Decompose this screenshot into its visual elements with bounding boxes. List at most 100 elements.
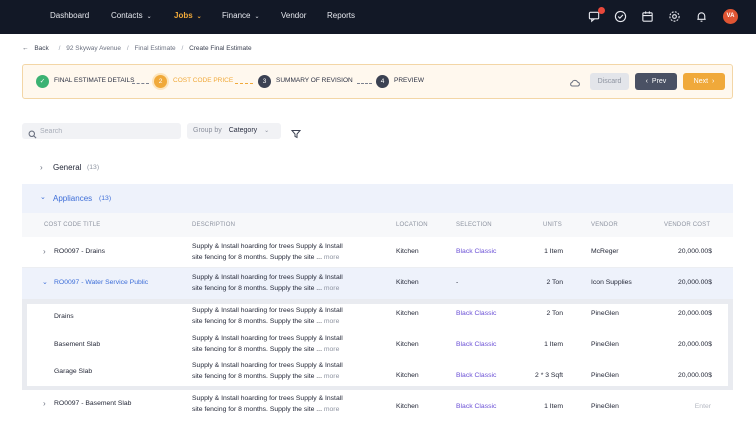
breadcrumb-item[interactable]: Final Estimate [134,45,175,52]
row-selection: - [456,279,459,286]
nav-finance[interactable]: Finance ⌄ [222,11,260,20]
nav-jobs-label: Jobs [174,11,193,20]
progress-stepper: ✓ FINAL ESTIMATE DETAILS 2 COST CODE PRI… [22,64,733,99]
table-header: COST CODE TITLE DESCRIPTION LOCATION SEL… [22,213,733,237]
sub-rows: Drains Supply & Install hoarding for tre… [27,304,728,386]
step-label-summary-of-revision[interactable]: SUMMARY OF REVISION [276,77,353,84]
row-units: 2 Ton [546,279,563,286]
step-number-3: 3 [258,75,271,88]
chevron-down-icon: ⌄ [264,128,270,134]
breadcrumb-item[interactable]: 92 Skyway Avenue [66,45,121,52]
step-done-check-icon: ✓ [36,75,49,88]
calendar-icon[interactable] [641,10,654,23]
search-icon [28,126,37,139]
notification-badge [598,7,605,14]
subrow-selection[interactable]: Black Classic [456,310,496,317]
column-header-vendor: VENDOR [591,222,618,228]
step-connector [235,83,253,84]
discard-button[interactable]: Discard [590,73,629,90]
row-units: 1 Item [544,403,563,410]
more-link[interactable]: more [324,373,340,380]
description-line: Supply & Install hoarding for trees Supp… [192,335,343,342]
description-line: site fencing for 8 months. Supply the si… [192,406,322,413]
subrow-vendor-cost: 20,000.00$ [677,372,712,379]
search-box [22,123,181,139]
subrow-title[interactable]: Garage Slab [54,368,92,375]
nav-vendor[interactable]: Vendor [281,11,306,20]
subrow-selection[interactable]: Black Classic [456,372,496,379]
step-number-4: 4 [376,75,389,88]
vendor-cost-input[interactable]: Enter [695,403,711,410]
next-button[interactable]: Next › [683,73,725,90]
row-units: 1 Item [544,248,563,255]
row-vendor-cost: 20,000.00$ [677,279,712,286]
more-link[interactable]: more [324,285,340,292]
bell-icon[interactable] [695,10,708,23]
description-line: site fencing for 8 months. Supply the si… [192,318,322,325]
row-description: Supply & Install hoarding for trees Supp… [192,241,343,263]
column-header-title: COST CODE TITLE [44,222,101,228]
breadcrumb-separator: / [126,45,129,52]
chat-notification-icon[interactable] [588,7,605,23]
subrow-vendor: PineGlen [591,341,619,348]
row-vendor: Icon Supplies [591,279,632,286]
more-link[interactable]: more [324,254,340,261]
cloud-save-icon[interactable] [569,76,581,88]
filter-icon[interactable] [290,126,302,139]
group-count-general: (13) [87,164,100,171]
group-count-appliances: (13) [99,195,112,202]
description-line: Supply & Install hoarding for trees Supp… [192,362,343,369]
nav-contacts-label: Contacts [111,11,143,20]
table-row-expanded[interactable]: ⌄ RO0097 - Water Service Public Supply &… [22,268,733,299]
nav-jobs[interactable]: Jobs ⌄ [174,11,202,20]
nav-finance-label: Finance [222,11,251,20]
more-link[interactable]: more [324,346,340,353]
breadcrumb-separator: / [58,45,61,52]
subrow-title[interactable]: Basement Slab [54,341,100,348]
subrow-description: Supply & Install hoarding for trees Supp… [192,305,343,327]
description-line: Supply & Install hoarding for trees Supp… [192,243,343,250]
chevron-down-icon: ⌄ [196,14,202,20]
row-selection[interactable]: Black Classic [456,248,496,255]
row-description: Supply & Install hoarding for trees Supp… [192,272,343,294]
group-row-appliances[interactable]: ⌄ Appliances (13) [22,184,733,213]
group-by-dropdown[interactable]: Group by Category ⌄ [187,123,281,139]
more-link[interactable]: more [324,406,340,413]
step-label-cost-code-price[interactable]: COST CODE PRICE [173,77,233,84]
chevron-down-icon: ⌄ [40,194,46,201]
group-title-appliances: Appliances [53,194,93,203]
group-row-general[interactable]: › General (13) [22,155,733,181]
more-link[interactable]: more [324,318,340,325]
prev-button[interactable]: ‹ Prev [635,73,677,90]
chevron-right-icon[interactable]: › [43,247,46,256]
row-vendor: PineGlen [591,403,619,410]
group-title-general: General [53,163,82,172]
check-circle-icon[interactable] [614,10,627,23]
row-location: Kitchen [396,248,419,255]
step-connector [357,83,372,84]
row-selection[interactable]: Black Classic [456,403,496,410]
nav-reports[interactable]: Reports [327,11,355,20]
column-header-description: DESCRIPTION [192,222,236,228]
step-label-final-estimate-details[interactable]: FINAL ESTIMATE DETAILS [54,77,134,84]
row-vendor-cost: 20,000.00$ [677,248,712,255]
user-avatar[interactable]: VA [723,9,738,24]
subrow-title[interactable]: Drains [54,313,74,320]
subrow-vendor-cost: 20,000.00$ [677,341,712,348]
table-row[interactable]: › RO0097 - Drains Supply & Install hoard… [22,237,733,268]
subrow-selection[interactable]: Black Classic [456,341,496,348]
nav-contacts[interactable]: Contacts ⌄ [111,11,152,20]
back-link[interactable]: ← Back [22,45,53,52]
description-line: site fencing for 8 months. Supply the si… [192,285,322,292]
chevron-down-icon: ⌄ [254,14,260,20]
gear-icon[interactable] [668,10,681,23]
search-input[interactable] [40,126,170,136]
table-row[interactable]: › RO0097 - Basement Slab Supply & Instal… [22,393,733,423]
prev-label: Prev [651,78,667,85]
step-label-preview[interactable]: PREVIEW [394,77,424,84]
nav-dashboard[interactable]: Dashboard [50,11,89,20]
arrow-left-icon: ← [22,45,31,52]
chevron-right-icon[interactable]: › [43,399,46,408]
subrow-units: 2 Ton [546,310,563,317]
chevron-down-icon[interactable]: ⌄ [42,278,48,286]
